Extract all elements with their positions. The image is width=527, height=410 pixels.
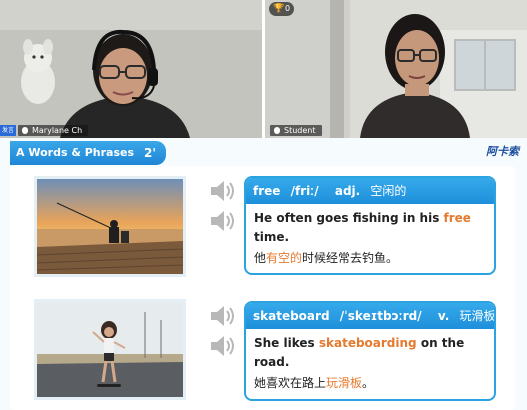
teacher-video-tile[interactable]: 发言 Marylane Ch xyxy=(0,0,262,138)
vocab-pos: adj. xyxy=(334,184,361,198)
speaker-icon[interactable] xyxy=(208,303,236,329)
vocab-phonetic: /ˈskeɪtbɔːrd/ xyxy=(339,309,422,323)
vocab-word: free xyxy=(253,184,281,198)
teacher-video-feed xyxy=(0,0,262,138)
vocab-meaning: 空闲的 xyxy=(370,184,407,198)
participant-name-tag: Student xyxy=(270,125,322,136)
vocab-word: skateboard xyxy=(253,309,330,323)
vocab-pos: v. xyxy=(437,309,450,323)
vocab-phonetic: /friː/ xyxy=(290,184,319,198)
sentence-text: She likes xyxy=(254,336,319,350)
example-sentence: She likes skateboarding on the road. xyxy=(246,329,494,372)
mic-icon xyxy=(22,127,28,134)
vocab-card-skateboard: skateboard /ˈskeɪtbɔːrd/ v. 玩滑板 She like… xyxy=(244,301,496,401)
speaker-icon[interactable] xyxy=(208,178,236,204)
vocab-header: skateboard /ˈskeɪtbɔːrd/ v. 玩滑板 xyxy=(246,303,494,329)
speaker-icon[interactable] xyxy=(208,333,236,359)
section-title: A Words & Phrases xyxy=(16,146,135,159)
speaker-icon[interactable] xyxy=(208,208,236,234)
translation-text: 。 xyxy=(362,376,375,390)
trophy-count: 0 xyxy=(285,4,291,13)
brand-logo: 阿卡索 xyxy=(486,145,519,158)
video-row: 发言 Marylane Ch 🏆 0 Student xyxy=(0,0,527,138)
sentence-highlight: free xyxy=(443,211,471,225)
translation-highlight: 有空的 xyxy=(266,251,303,265)
example-translation: 她喜欢在路上玩滑板。 xyxy=(246,372,494,392)
host-badge: 发言 xyxy=(0,125,16,136)
participant-name: Student xyxy=(284,126,316,135)
vocab-header: free /friː/ adj. 空闲的 xyxy=(246,178,494,204)
vocab-meaning: 玩滑板 xyxy=(459,309,496,323)
sentence-text: time. xyxy=(254,230,290,244)
translation-highlight: 玩滑板 xyxy=(326,376,363,390)
vocab-card-free: free /friː/ adj. 空闲的 He often goes fishi… xyxy=(244,176,496,275)
translation-text: 他 xyxy=(254,251,267,265)
example-translation: 他有空的时候经常去钓鱼。 xyxy=(246,247,494,267)
participant-name-tag: Marylane Ch xyxy=(18,125,89,136)
sentence-highlight: skateboarding xyxy=(318,336,417,350)
section-duration: 2' xyxy=(144,146,157,160)
translation-text: 她喜欢在路上 xyxy=(254,376,327,390)
translation-text: 时候经常去钓鱼。 xyxy=(302,251,399,265)
student-video-tile[interactable]: 🏆 0 Student xyxy=(265,0,527,138)
skateboard-photo xyxy=(34,299,186,400)
sentence-text: He often goes fishing in his xyxy=(254,211,444,225)
slide-header: A Words & Phrases 2' xyxy=(10,141,167,165)
trophy-icon: 🏆 xyxy=(273,4,285,14)
trophy-counter: 🏆 0 xyxy=(269,2,295,16)
fishing-photo xyxy=(34,176,186,277)
mic-icon xyxy=(274,127,280,134)
participant-name: Marylane Ch xyxy=(32,126,83,135)
student-video-feed xyxy=(265,0,527,138)
example-sentence: He often goes fishing in his free time. xyxy=(246,204,494,247)
